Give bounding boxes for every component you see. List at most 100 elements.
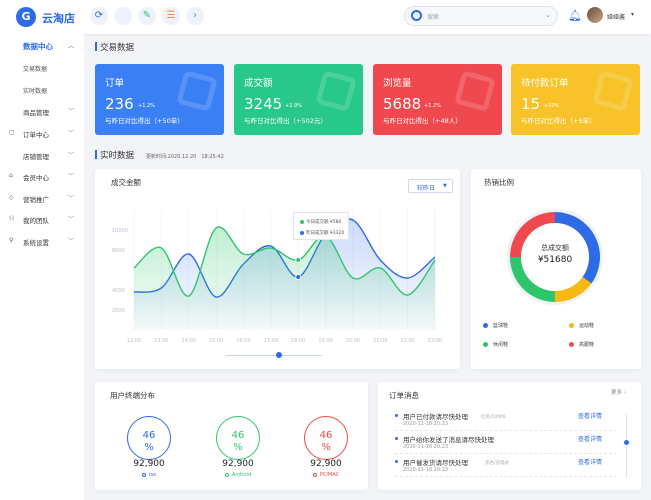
card-compare: 与昨日对比得出（+50单） — [105, 117, 184, 125]
card-value: 3245 — [244, 95, 283, 113]
divider — [395, 476, 617, 477]
card-percent: +1.2% — [138, 103, 155, 109]
avatar[interactable] — [587, 7, 603, 23]
bullet-dot — [395, 460, 398, 463]
search-icon — [411, 10, 422, 21]
search-input[interactable]: 搜索 — [427, 12, 439, 21]
card-percent: +1.2% — [424, 103, 441, 109]
legend-dot — [483, 323, 488, 328]
legend-casual[interactable]: 休闲鞋 — [483, 341, 508, 348]
range-slider-track[interactable] — [226, 355, 322, 356]
more-link[interactable]: 更多 › — [611, 388, 626, 396]
sidebar-item-products[interactable]: 商品管理 ﹀ — [0, 104, 84, 118]
x-tick-label: 19:00 — [318, 338, 332, 344]
refresh-icon[interactable]: ⟳ — [90, 7, 108, 25]
terminal-percent: 46 — [319, 430, 333, 441]
logo-icon[interactable]: G — [16, 7, 36, 27]
terminal-label: Android — [231, 472, 252, 478]
member-icon: ⌂ — [9, 172, 13, 179]
highlight-point[interactable] — [295, 274, 301, 280]
sidebar-item-team[interactable]: ⚇ 我的团队 ﹀ — [0, 212, 84, 226]
legend-basketball[interactable]: 篮球鞋 — [483, 322, 508, 329]
search-box[interactable]: 搜索 ⌄ — [404, 6, 558, 26]
period-dropdown[interactable]: 较昨日 ▼ — [408, 179, 453, 193]
sidebar-item-marketing[interactable]: ◇ 营销推广 ﹀ — [0, 191, 84, 205]
card-watermark-icon — [592, 70, 634, 112]
card-compare: 与昨日对比得出（+48人） — [383, 117, 462, 125]
message-time: 2020-11-18 20:23 — [403, 467, 449, 473]
legend-label: 休闲鞋 — [493, 342, 509, 348]
caret-down-icon[interactable]: ▾ — [631, 11, 634, 18]
order-message-item[interactable]: 用户给你发送了消息请尽快处理 2020-11-18 20:23 查看详情 — [395, 434, 635, 456]
message-text: 用户给你发送了消息请尽快处理 — [403, 436, 494, 444]
chart-tooltip: 今日成交额 ¥580 昨日成交额 ¥3320 — [293, 212, 349, 240]
order-message-item[interactable]: 用户催发货请尽快处理 2020-11-18 20:23 黑色/充电式 查看详情 — [395, 457, 635, 479]
app-name[interactable]: 云淘店 — [42, 10, 75, 26]
username[interactable]: 娅娅酱 — [607, 12, 625, 21]
legend-heels[interactable]: 高跟鞋 — [569, 341, 594, 348]
chevron-down-icon: ﹀ — [68, 238, 75, 245]
bell-icon[interactable]: 🔔︎ — [568, 9, 582, 22]
message-text: 用户已付款请尽快处理 — [403, 413, 468, 421]
message-time: 2020-11-18 20:23 — [403, 444, 449, 450]
legend-dot — [300, 219, 304, 224]
legend-label: 篮球鞋 — [493, 323, 509, 329]
chevron-right-icon[interactable]: › — [186, 7, 204, 25]
sidebar-item-label: 营销推广 — [23, 196, 49, 204]
amount-area-chart[interactable]: 2000 4000 8000 10000 12:00 13:00 14:00 15:00 16:… — [100, 200, 450, 350]
x-tick-label: 18:00 — [291, 338, 305, 344]
legend-dot — [483, 342, 488, 347]
legend-dot — [569, 323, 574, 328]
order-message-item[interactable]: 用户已付款请尽快处理 2020-11-18 20:23 红色/100ML 查看详… — [395, 411, 635, 433]
edit-icon[interactable]: ✎ — [138, 7, 156, 25]
circle-icon — [224, 472, 229, 477]
amount-chart-title: 成交金额 — [111, 178, 141, 187]
sidebar-item-orders[interactable]: ▢ 订单中心 ﹀ — [0, 126, 84, 140]
settings-icon: ⚲ — [9, 237, 14, 244]
stat-card-views[interactable]: 浏览量 5688 +1.2% 与昨日对比得出（+48人） — [373, 64, 502, 135]
card-compare: 与昨日对比得出（+5单） — [521, 117, 596, 125]
view-details-link[interactable]: 查看详情 — [578, 434, 602, 443]
sidebar-item-store[interactable]: 店铺管理 ﹀ — [0, 148, 84, 162]
chevron-down-icon: ﹀ — [68, 130, 75, 137]
scrollbar-handle[interactable] — [624, 440, 629, 445]
card-value: 236 — [105, 95, 134, 113]
y-tick-label: 10000 — [112, 228, 128, 234]
blank-tool-button[interactable] — [114, 7, 132, 25]
legend-sports[interactable]: 运动鞋 — [569, 322, 594, 329]
range-slider-handle[interactable] — [276, 352, 282, 358]
y-tick-label: 4000 — [112, 288, 125, 294]
sidebar: 数据中心 ︿ 交易数据 实时数据 商品管理 ﹀ ▢ 订单中心 ﹀ 店铺管理 ﹀ … — [0, 34, 84, 500]
chevron-down-icon: ﹀ — [68, 216, 75, 223]
chevron-up-icon: ︿ — [68, 43, 75, 50]
scrollbar-track[interactable] — [626, 414, 627, 478]
view-details-link[interactable]: 查看详情 — [578, 411, 602, 420]
sidebar-item-trade-data[interactable]: 交易数据 — [0, 61, 84, 75]
message-tag: 红色/100ML — [481, 415, 507, 420]
tooltip-yesterday: 昨日成交额 ¥3320 — [306, 231, 345, 236]
order-messages-title: 订单消息 — [389, 391, 419, 400]
stat-card-turnover[interactable]: 成交额 3245 +1.9% 与昨日对比得出（+502元） — [234, 64, 363, 135]
highlight-point[interactable] — [295, 257, 301, 263]
terminal-count: 92,900 — [133, 459, 165, 469]
stat-card-orders[interactable]: 订单 236 +1.2% 与昨日对比得出（+50单） — [95, 64, 224, 135]
sidebar-item-members[interactable]: ⌂ 会员中心 ﹀ — [0, 169, 84, 183]
x-tick-label: 17:00 — [264, 338, 278, 344]
x-tick-label: 15:00 — [209, 338, 223, 344]
donut-center-label: 总成交额 — [541, 244, 569, 252]
sidebar-item-realtime-data[interactable]: 实时数据 — [0, 83, 84, 97]
x-tick-label: 23:00 — [428, 338, 442, 344]
tooltip-today: 今日成交额 ¥580 — [306, 220, 342, 225]
list-icon[interactable]: ☰ — [162, 7, 180, 25]
terminal-percent-sign: % — [144, 442, 154, 453]
marketing-icon: ◇ — [9, 194, 14, 201]
sidebar-item-label: 实时数据 — [23, 88, 48, 95]
chevron-down-icon[interactable]: ⌄ — [545, 11, 551, 19]
stat-card-pending[interactable]: 待付款订单 15 +10% 与昨日对比得出（+5单） — [511, 64, 640, 135]
view-details-link[interactable]: 查看详情 — [578, 457, 602, 466]
sidebar-item-settings[interactable]: ⚲ 系统设置 ﹀ — [0, 234, 84, 248]
terminal-title: 用户终端分布 — [110, 391, 155, 400]
sidebar-item-data-center[interactable]: 数据中心 ︿ — [0, 39, 84, 53]
legend-label: 高跟鞋 — [579, 342, 595, 348]
order-icon: ▢ — [9, 129, 15, 136]
